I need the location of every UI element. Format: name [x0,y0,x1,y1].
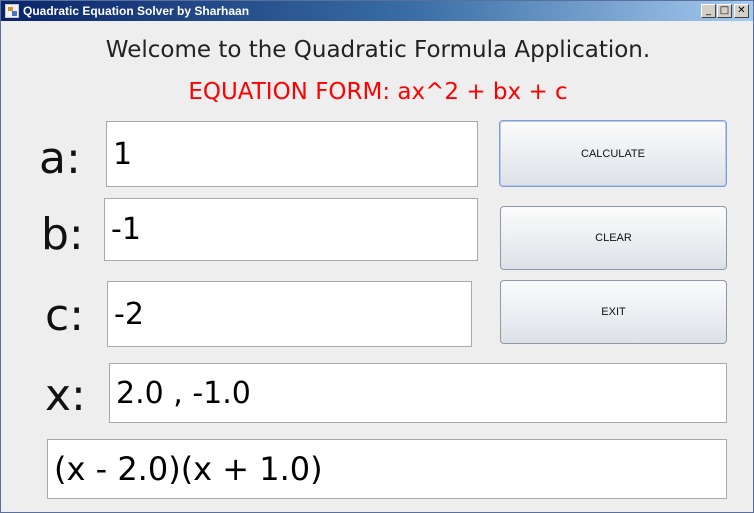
label-a: a: [39,133,81,184]
welcome-heading: Welcome to the Quadratic Formula Applica… [105,37,651,63]
app-window: Quadratic Equation Solver by Sharhaan _ … [0,0,754,513]
minimize-button[interactable]: _ [701,4,716,18]
label-x: x: [45,370,86,421]
maximize-button[interactable]: □ [717,4,732,18]
label-b: b: [41,209,84,260]
input-b[interactable]: -1 [104,198,478,261]
label-c: c: [45,290,85,341]
factored-form-output[interactable]: (x - 2.0)(x + 1.0) [47,439,727,499]
exit-button[interactable]: EXIT [500,280,727,344]
clear-button[interactable]: CLEAR [500,206,727,270]
equation-form-label: EQUATION FORM: ax^2 + bx + c [188,79,568,105]
roots-output[interactable]: 2.0 , -1.0 [109,363,727,423]
java-app-icon [5,4,19,18]
close-button[interactable]: ✕ [734,4,749,18]
window-title: Quadratic Equation Solver by Sharhaan [23,4,250,18]
title-bar[interactable]: Quadratic Equation Solver by Sharhaan _ … [1,1,753,21]
input-c[interactable]: -2 [107,281,472,347]
calculate-button[interactable]: CALCULATE [499,120,727,187]
input-a[interactable]: 1 [106,121,478,187]
